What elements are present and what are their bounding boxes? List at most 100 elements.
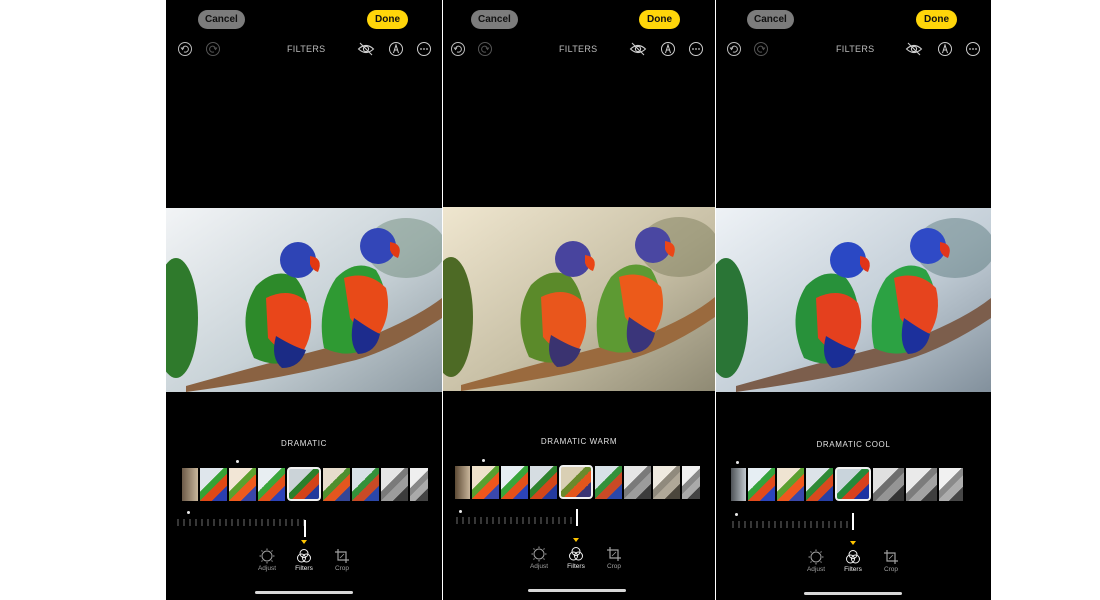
filter-thumbnail[interactable] xyxy=(323,468,350,501)
intensity-slider-handle[interactable] xyxy=(576,509,578,526)
active-tool-indicator xyxy=(850,541,856,545)
filters-label: Filters xyxy=(295,565,313,572)
filter-thumbnail[interactable] xyxy=(682,466,700,499)
filter-thumbnail[interactable] xyxy=(731,468,746,501)
done-button[interactable]: Done xyxy=(916,10,957,29)
redo-icon[interactable] xyxy=(205,41,221,57)
active-tool-indicator xyxy=(301,540,307,544)
filters-icon xyxy=(569,547,583,561)
filter-thumbnail[interactable] xyxy=(906,468,937,501)
filter-thumbnail-selected[interactable] xyxy=(287,467,321,501)
adjust-tool[interactable]: Adjust xyxy=(251,548,283,572)
filter-thumbnail[interactable] xyxy=(624,466,651,499)
adjust-icon xyxy=(808,549,824,565)
editor-panel-dramatic: Cancel Done FILTERS DRAMATIC Adjust Filt… xyxy=(166,0,442,600)
crop-label: Crop xyxy=(883,566,899,573)
done-button[interactable]: Done xyxy=(639,10,680,29)
adjust-icon xyxy=(531,546,547,562)
intensity-slider-handle[interactable] xyxy=(852,513,854,530)
filters-label: Filters xyxy=(567,563,585,570)
page-title: FILTERS xyxy=(836,44,875,54)
home-indicator[interactable] xyxy=(255,591,353,594)
crop-label: Crop xyxy=(334,565,350,572)
adjust-label: Adjust xyxy=(529,563,549,570)
adjust-tool[interactable]: Adjust xyxy=(523,546,555,570)
more-options-icon[interactable] xyxy=(965,41,981,57)
filters-tool[interactable]: Filters xyxy=(288,548,320,572)
slider-zero-dot xyxy=(459,510,462,513)
intensity-slider[interactable] xyxy=(455,516,579,525)
photo-preview xyxy=(443,207,715,391)
filter-name: DRAMATIC WARM xyxy=(540,437,618,446)
filter-thumbnail[interactable] xyxy=(381,468,408,501)
filter-thumbnail[interactable] xyxy=(806,468,833,501)
filter-thumbnail[interactable] xyxy=(472,466,499,499)
adjust-tool[interactable]: Adjust xyxy=(800,549,832,573)
filter-thumbnail[interactable] xyxy=(200,468,227,501)
slider-zero-dot xyxy=(735,513,738,516)
markup-icon[interactable] xyxy=(388,41,404,57)
filter-thumbnail[interactable] xyxy=(653,466,680,499)
crop-label: Crop xyxy=(606,563,622,570)
filter-strip[interactable] xyxy=(731,467,963,501)
filter-thumbnail[interactable] xyxy=(530,466,557,499)
crop-tool[interactable]: Crop xyxy=(598,546,630,570)
filter-thumbnail-selected[interactable] xyxy=(835,467,871,501)
filter-thumbnail[interactable] xyxy=(182,468,198,501)
home-indicator[interactable] xyxy=(528,589,626,592)
undo-icon[interactable] xyxy=(177,41,193,57)
intensity-slider[interactable] xyxy=(176,518,306,527)
filter-thumbnail[interactable] xyxy=(352,468,379,501)
photo-preview xyxy=(716,208,991,392)
crop-tool[interactable]: Crop xyxy=(326,548,358,572)
adjust-label: Adjust xyxy=(257,565,277,572)
page-title: FILTERS xyxy=(559,44,598,54)
filter-thumbnail[interactable] xyxy=(258,468,285,501)
filters-tool[interactable]: Filters xyxy=(837,549,869,573)
undo-icon[interactable] xyxy=(450,41,466,57)
markup-icon[interactable] xyxy=(937,41,953,57)
cancel-button[interactable]: Cancel xyxy=(747,10,794,29)
done-button[interactable]: Done xyxy=(367,10,408,29)
filters-icon xyxy=(297,549,311,563)
filters-label: Filters xyxy=(844,566,862,573)
hide-original-icon[interactable] xyxy=(629,41,647,57)
crop-tool[interactable]: Crop xyxy=(875,549,907,573)
slider-zero-dot xyxy=(187,511,190,514)
cancel-button[interactable]: Cancel xyxy=(471,10,518,29)
filter-thumbnail[interactable] xyxy=(873,468,904,501)
original-marker xyxy=(236,460,239,463)
crop-icon xyxy=(884,550,898,564)
filter-thumbnail-selected[interactable] xyxy=(559,465,593,499)
filter-thumbnail[interactable] xyxy=(595,466,622,499)
intensity-slider-handle[interactable] xyxy=(304,520,306,537)
home-indicator[interactable] xyxy=(804,592,902,595)
filter-thumbnail[interactable] xyxy=(410,468,428,501)
redo-icon[interactable] xyxy=(477,41,493,57)
adjust-label: Adjust xyxy=(806,566,826,573)
cancel-button[interactable]: Cancel xyxy=(198,10,245,29)
editor-panel-dramatic-cool: Cancel Done FILTERS DRAMATIC COOL Adjust… xyxy=(716,0,991,600)
undo-icon[interactable] xyxy=(726,41,742,57)
redo-icon[interactable] xyxy=(753,41,769,57)
hide-original-icon[interactable] xyxy=(357,41,375,57)
filter-thumbnail[interactable] xyxy=(777,468,804,501)
markup-icon[interactable] xyxy=(660,41,676,57)
filter-thumbnail[interactable] xyxy=(229,468,256,501)
filter-strip[interactable] xyxy=(455,465,700,499)
filters-icon xyxy=(846,550,860,564)
active-tool-indicator xyxy=(573,538,579,542)
filters-tool[interactable]: Filters xyxy=(560,546,592,570)
filter-thumbnail[interactable] xyxy=(748,468,775,501)
filter-strip[interactable] xyxy=(182,467,428,501)
original-marker xyxy=(482,459,485,462)
hide-original-icon[interactable] xyxy=(905,41,923,57)
filter-thumbnail[interactable] xyxy=(501,466,528,499)
more-options-icon[interactable] xyxy=(416,41,432,57)
photo-preview xyxy=(166,208,442,392)
intensity-slider[interactable] xyxy=(731,520,855,529)
filter-thumbnail[interactable] xyxy=(455,466,470,499)
filter-thumbnail[interactable] xyxy=(939,468,963,501)
more-options-icon[interactable] xyxy=(688,41,704,57)
filter-name: DRAMATIC COOL xyxy=(816,440,891,449)
